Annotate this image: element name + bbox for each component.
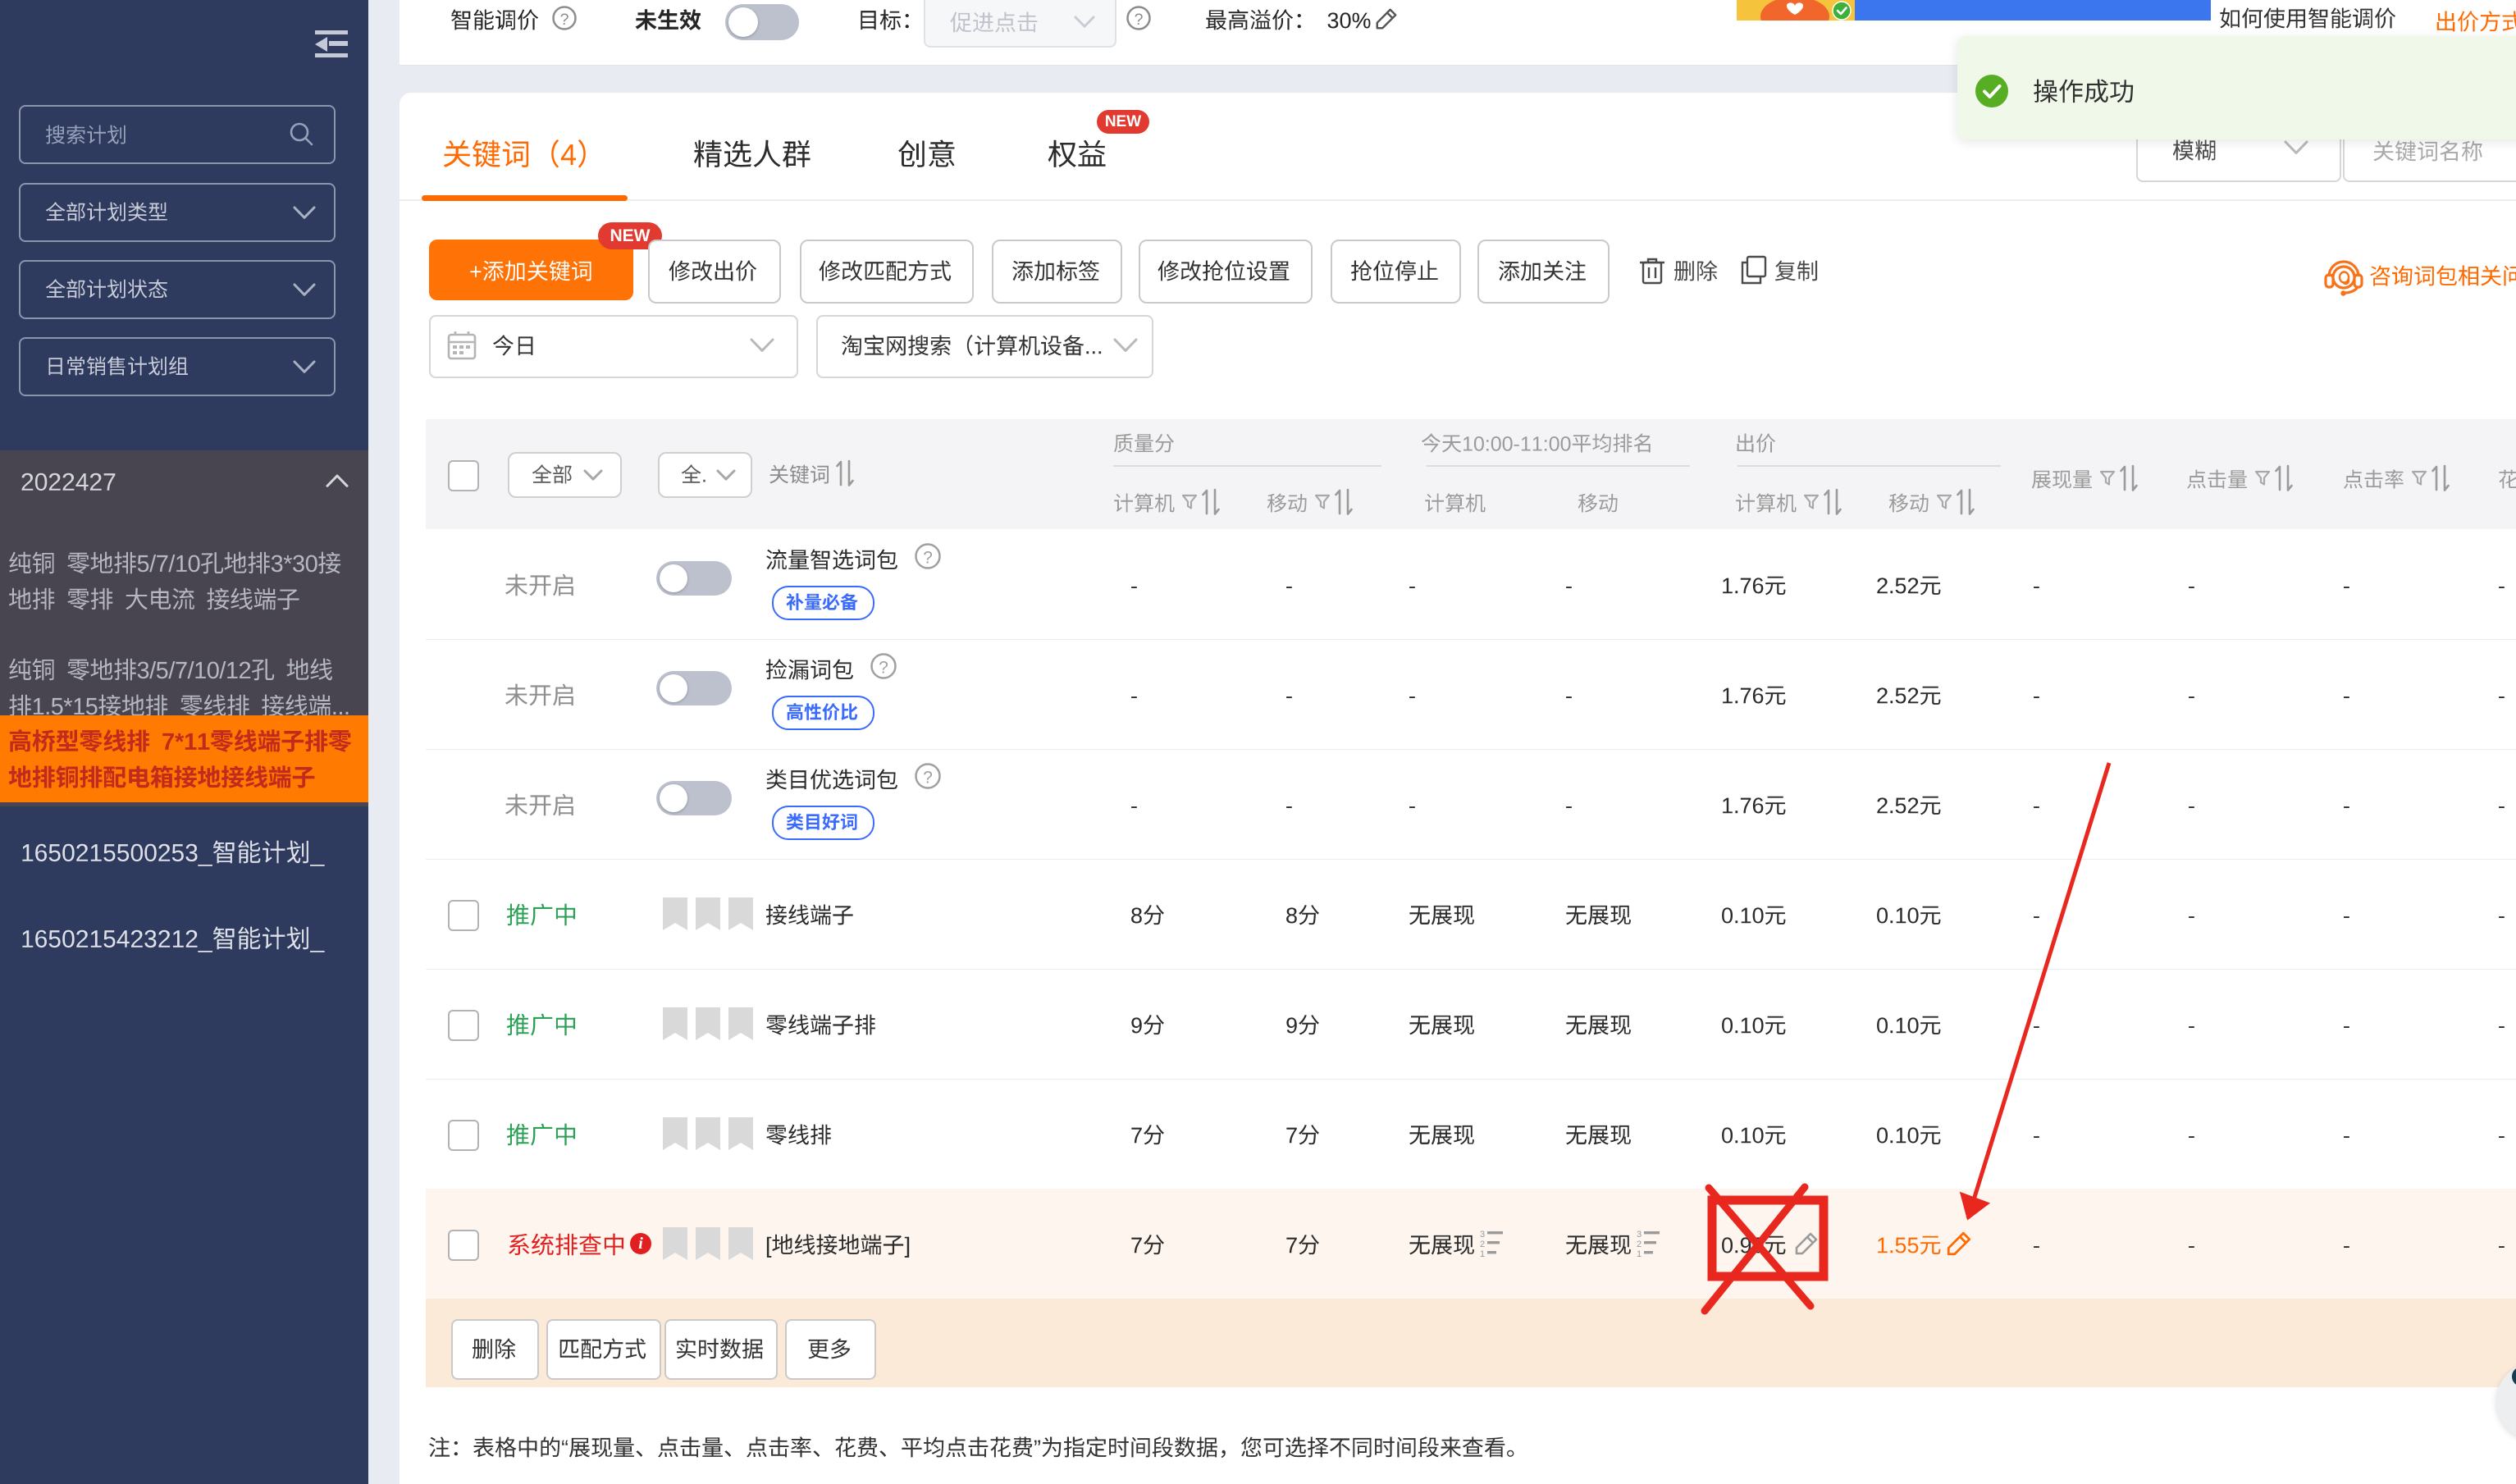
svg-text:?: ?: [923, 549, 933, 568]
svg-text:?: ?: [879, 659, 888, 678]
svg-text:?: ?: [923, 769, 933, 788]
svg-text:1: 1: [1480, 1249, 1485, 1259]
svg-text:?: ?: [560, 11, 569, 29]
svg-text:i: i: [638, 1235, 643, 1253]
svg-text:?: ?: [1135, 11, 1144, 29]
svg-text:3: 3: [1637, 1230, 1642, 1240]
svg-text:2: 2: [1480, 1240, 1485, 1249]
svg-text:1: 1: [1637, 1249, 1642, 1259]
svg-text:2: 2: [1637, 1240, 1642, 1249]
svg-text:3: 3: [1480, 1230, 1485, 1240]
